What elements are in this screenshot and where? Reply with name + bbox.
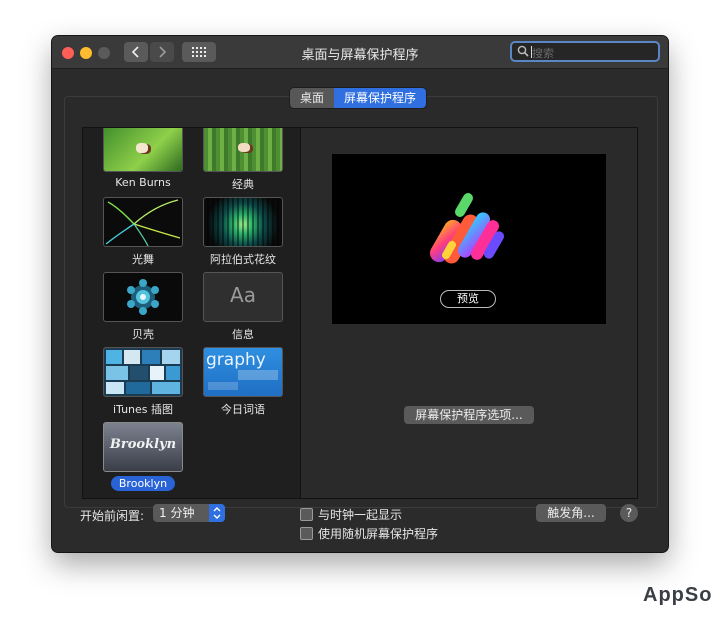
shell-graphic <box>127 279 159 315</box>
itunes-artwork-thumbnail <box>103 347 183 397</box>
system-preferences-window: 桌面与屏幕保护程序 搜索 桌面 屏幕保护程序 Ken Burns 经典 光舞 阿… <box>52 36 668 552</box>
checkbox-label: 与时钟一起显示 <box>318 508 403 522</box>
screen-saver-options-button[interactable]: 屏幕保护程序选项... <box>404 406 534 424</box>
classic-thumbnail <box>203 128 283 172</box>
saver-label: 阿拉伯式花纹 <box>210 253 276 266</box>
flurry-graphic <box>105 199 181 246</box>
tab-desktop[interactable]: 桌面 <box>290 88 335 108</box>
saver-label: 经典 <box>232 178 254 191</box>
appso-watermark: AppSo <box>643 584 713 606</box>
checkbox-box <box>300 527 313 540</box>
tab-screen-saver[interactable]: 屏幕保护程序 <box>334 88 427 108</box>
stepper-arrows <box>209 504 225 522</box>
tab-bar: 桌面 屏幕保护程序 <box>290 88 427 108</box>
saver-item-ken-burns[interactable]: Ken Burns <box>98 128 188 189</box>
idle-time-select[interactable]: 1 分钟 <box>153 504 225 522</box>
updown-chevron-icon <box>213 507 221 519</box>
message-sample-text: Aa <box>230 283 256 307</box>
preview-button[interactable]: 预览 <box>440 290 496 308</box>
search-field[interactable]: 搜索 <box>510 41 660 62</box>
saver-label: 今日词语 <box>221 403 265 416</box>
brooklyn-apple-graphic <box>430 193 504 264</box>
brooklyn-thumbnail: Brooklyn <box>103 422 183 472</box>
help-button[interactable]: ? <box>620 504 638 522</box>
search-icon <box>517 45 529 57</box>
ken-burns-thumbnail <box>103 128 183 172</box>
saver-label: 光舞 <box>132 253 154 266</box>
saver-label: 贝壳 <box>132 328 154 341</box>
shell-thumbnail <box>103 272 183 322</box>
saver-item-message[interactable]: Aa 信息 <box>198 272 288 342</box>
brooklyn-sample-text: Brooklyn <box>109 437 177 452</box>
flurry-thumbnail <box>103 197 183 247</box>
saver-item-arabesque[interactable]: 阿拉伯式花纹 <box>198 197 288 267</box>
titlebar: 桌面与屏幕保护程序 搜索 <box>52 36 668 69</box>
saver-label: 信息 <box>232 328 254 341</box>
search-placeholder: 搜索 <box>532 47 554 60</box>
saver-item-brooklyn[interactable]: Brooklyn Brooklyn <box>98 422 188 491</box>
word-sample-text: graphy <box>206 350 266 370</box>
idle-label: 开始前闲置: <box>80 509 145 523</box>
saver-label: Ken Burns <box>115 176 171 189</box>
word-of-the-day-thumbnail: graphy <box>203 347 283 397</box>
saver-item-classic[interactable]: 经典 <box>198 128 288 192</box>
hot-corners-button[interactable]: 触发角... <box>536 504 606 522</box>
message-thumbnail: Aa <box>203 272 283 322</box>
saver-item-word-of-the-day[interactable]: graphy 今日词语 <box>198 347 288 417</box>
screen-saver-preview: 预览 <box>332 154 606 324</box>
checkbox-box <box>300 508 313 521</box>
saver-item-shell[interactable]: 贝壳 <box>98 272 188 342</box>
random-saver-checkbox[interactable]: 使用随机屏幕保护程序 <box>300 525 438 542</box>
idle-time-value: 1 分钟 <box>159 506 195 520</box>
show-with-clock-checkbox[interactable]: 与时钟一起显示 <box>300 506 402 523</box>
screen-saver-list[interactable]: Ken Burns 经典 光舞 阿拉伯式花纹 贝壳 Aa 信息 iTunes 插… <box>82 127 302 499</box>
saver-item-itunes-artwork[interactable]: iTunes 插图 <box>98 347 188 417</box>
saver-item-flurry[interactable]: 光舞 <box>98 197 188 267</box>
saver-label: iTunes 插图 <box>112 403 174 416</box>
arabesque-thumbnail <box>203 197 283 247</box>
checkbox-label: 使用随机屏幕保护程序 <box>318 527 439 541</box>
saver-label: Brooklyn <box>110 476 176 491</box>
